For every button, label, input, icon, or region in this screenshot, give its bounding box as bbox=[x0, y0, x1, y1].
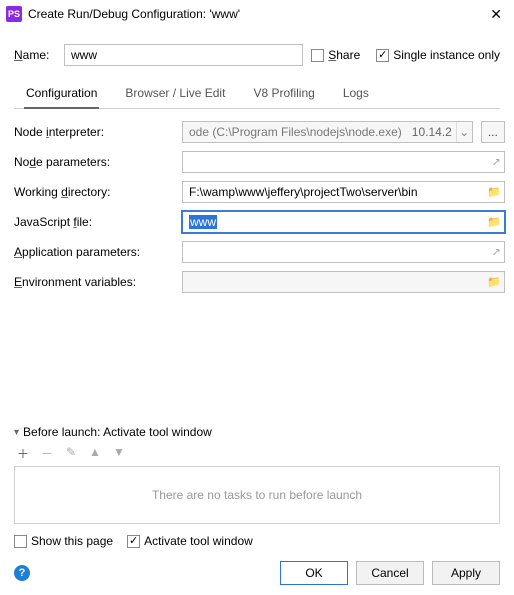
share-checkbox[interactable]: Share bbox=[311, 48, 360, 62]
node-interpreter-select[interactable]: ode (C:\Program Files\nodejs\node.exe) 1… bbox=[182, 121, 473, 143]
ok-button[interactable]: OK bbox=[280, 561, 348, 585]
checkbox-icon bbox=[14, 535, 27, 548]
checkbox-icon bbox=[311, 49, 324, 62]
working-directory-label: Working directory: bbox=[14, 185, 174, 199]
apply-button[interactable]: Apply bbox=[432, 561, 500, 585]
application-parameters-label: Application parameters: bbox=[14, 245, 174, 259]
share-label: Share bbox=[328, 48, 360, 62]
edit-icon: ✎ bbox=[64, 445, 78, 462]
node-interpreter-label: Node interpreter: bbox=[14, 125, 174, 139]
window-title: Create Run/Debug Configuration: 'www' bbox=[28, 7, 240, 21]
environment-variables-input[interactable] bbox=[182, 271, 505, 293]
tab-logs[interactable]: Logs bbox=[341, 80, 371, 108]
javascript-file-label: JavaScript file: bbox=[14, 215, 174, 229]
environment-variables-label: Environment variables: bbox=[14, 275, 174, 289]
single-instance-checkbox[interactable]: Single instance only bbox=[376, 48, 500, 62]
javascript-file-input[interactable]: www bbox=[182, 211, 505, 233]
up-icon: ▲ bbox=[88, 445, 102, 462]
name-input[interactable] bbox=[64, 44, 303, 66]
name-label: Name: bbox=[14, 48, 56, 62]
node-interpreter-path: ode (C:\Program Files\nodejs\node.exe) bbox=[183, 125, 408, 139]
chevron-down-icon: ⌄ bbox=[456, 122, 472, 142]
remove-icon: － bbox=[40, 445, 54, 462]
before-launch-header[interactable]: ▾ Before launch: Activate tool window bbox=[14, 421, 500, 443]
before-launch-title: Before launch: Activate tool window bbox=[23, 425, 212, 439]
cancel-button[interactable]: Cancel bbox=[356, 561, 424, 585]
node-interpreter-version: 10.14.2 bbox=[408, 125, 456, 139]
app-icon: PS bbox=[6, 6, 22, 22]
activate-tool-window-checkbox[interactable]: Activate tool window bbox=[127, 534, 253, 548]
show-this-page-label: Show this page bbox=[31, 534, 113, 548]
node-parameters-input[interactable] bbox=[182, 151, 505, 173]
before-launch-toolbar: ＋ － ✎ ▲ ▼ bbox=[14, 443, 500, 466]
node-parameters-label: Node parameters: bbox=[14, 155, 174, 169]
working-directory-input[interactable] bbox=[182, 181, 505, 203]
chevron-down-icon: ▾ bbox=[14, 427, 19, 438]
before-launch-task-list: There are no tasks to run before launch bbox=[14, 466, 500, 524]
before-launch-empty-text: There are no tasks to run before launch bbox=[152, 488, 362, 502]
tab-v8-profiling[interactable]: V8 Profiling bbox=[251, 80, 316, 108]
close-icon[interactable]: ✕ bbox=[484, 4, 508, 25]
checkbox-icon bbox=[376, 49, 389, 62]
node-interpreter-browse-button[interactable]: ... bbox=[481, 121, 505, 143]
application-parameters-input[interactable] bbox=[182, 241, 505, 263]
down-icon: ▼ bbox=[112, 445, 126, 462]
show-this-page-checkbox[interactable]: Show this page bbox=[14, 534, 113, 548]
tab-configuration[interactable]: Configuration bbox=[24, 80, 99, 108]
single-instance-label: Single instance only bbox=[393, 48, 500, 62]
javascript-file-value: www bbox=[189, 215, 217, 229]
add-icon[interactable]: ＋ bbox=[16, 445, 30, 462]
checkbox-icon bbox=[127, 535, 140, 548]
help-icon[interactable]: ? bbox=[14, 565, 30, 581]
activate-tool-window-label: Activate tool window bbox=[144, 534, 253, 548]
title-bar: PS Create Run/Debug Configuration: 'www'… bbox=[0, 0, 514, 28]
tabs: Configuration Browser / Live Edit V8 Pro… bbox=[14, 78, 500, 109]
tab-browser-live-edit[interactable]: Browser / Live Edit bbox=[123, 80, 227, 108]
